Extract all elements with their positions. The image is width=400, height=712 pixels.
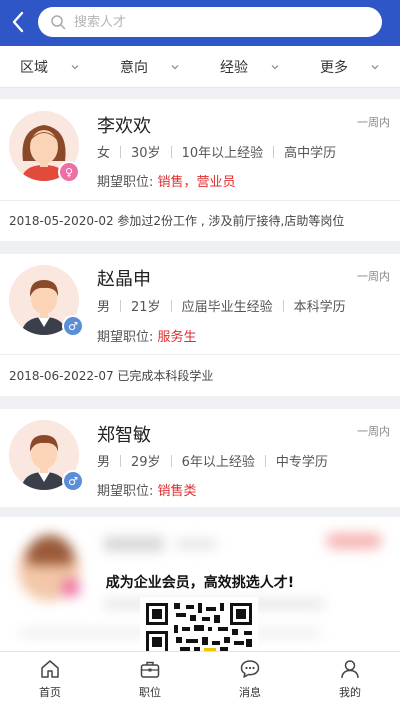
male-gender-icon: ♂ [62, 470, 84, 492]
search-box[interactable] [38, 7, 382, 37]
filter-label: 更多 [320, 59, 348, 76]
education-text: 中专学历 [275, 455, 328, 470]
expected-position-value: 销售，营业员 [157, 175, 236, 190]
candidate-info: 男 29岁 6年以上经验 中专学历 [97, 451, 328, 470]
top-bar [0, 0, 400, 46]
expected-position: 期望职位: 服务生 [97, 326, 197, 345]
filter-label: 意向 [120, 59, 148, 76]
message-icon [240, 660, 260, 678]
experience-text: 10年以上经验 [181, 146, 264, 161]
experience-text: 应届毕业生经验 [181, 300, 273, 315]
chevron-down-icon [71, 64, 79, 69]
membership-promo: 成为企业会员，高效挑选人才! [105, 575, 295, 591]
candidate-info: 男 21岁 应届毕业生经验 本科学历 [97, 296, 346, 315]
filter-label: 经验 [220, 59, 248, 76]
work-history: 2018-05-2020-02 参加过2份工作 , 涉及前厅接待,店助等岗位 [9, 214, 345, 228]
chevron-down-icon [171, 64, 179, 69]
qr-code-icon [146, 603, 252, 652]
education-text: 高中学历 [284, 146, 337, 161]
back-arrow-icon [12, 11, 24, 33]
gender-text: 男 [97, 455, 111, 470]
tab-mine[interactable]: 我的 [300, 652, 400, 712]
tab-messages[interactable]: 消息 [200, 652, 300, 712]
divider [0, 354, 400, 355]
tab-label: 消息 [239, 686, 261, 699]
work-history: 2018-06-2022-07 已完成本科段学业 [9, 369, 214, 383]
gender-text: 男 [97, 300, 111, 315]
candidate-card[interactable]: ♂ 郑智敏 一周内 男 29岁 6年以上经验 中专学历 期望职位: 销售类 [0, 409, 400, 507]
home-icon [41, 660, 59, 678]
chevron-down-icon [371, 64, 379, 69]
candidate-name: 李欢欢 [97, 116, 151, 137]
back-button[interactable] [6, 8, 30, 36]
male-gender-icon: ♂ [62, 315, 84, 337]
expected-position-label: 期望职位: [97, 175, 154, 190]
gender-text: 女 [97, 146, 111, 161]
qr-code [140, 597, 258, 652]
candidate-name: 郑智敏 [97, 425, 151, 446]
expected-position: 期望职位: 销售，营业员 [97, 171, 236, 190]
filter-label: 区域 [20, 59, 48, 76]
age-text: 30岁 [131, 146, 161, 161]
briefcase-icon [140, 661, 160, 678]
education-text: 本科学历 [293, 300, 346, 315]
user-icon [341, 660, 359, 679]
candidate-info: 女 30岁 10年以上经验 高中学历 [97, 142, 336, 161]
tab-jobs[interactable]: 职位 [100, 652, 200, 712]
chevron-down-icon [271, 64, 279, 69]
expected-position-label: 期望职位: [97, 484, 154, 499]
filter-experience[interactable]: 经验 [200, 46, 300, 87]
divider [0, 200, 400, 201]
tab-home[interactable]: 首页 [0, 652, 100, 712]
active-time: 一周内 [357, 270, 390, 283]
experience-text: 6年以上经验 [181, 455, 255, 470]
filter-region[interactable]: 区域 [0, 46, 100, 87]
expected-position-value: 服务生 [157, 330, 197, 345]
candidate-card[interactable]: ♀ 李欢欢 一周内 女 30岁 10年以上经验 高中学历 期望职位: 销售，营业… [0, 99, 400, 241]
bottom-tab-bar: 首页 职位 消息 我的 [0, 651, 400, 712]
expected-position: 期望职位: 销售类 [97, 480, 197, 499]
age-text: 21岁 [131, 300, 161, 315]
filter-intention[interactable]: 意向 [100, 46, 200, 87]
active-time: 一周内 [357, 116, 390, 129]
active-time: 一周内 [357, 425, 390, 438]
tab-label: 职位 [139, 686, 161, 699]
female-gender-icon: ♀ [58, 161, 80, 183]
tab-label: 首页 [39, 686, 61, 699]
candidate-card[interactable]: ♂ 赵晶申 一周内 男 21岁 应届毕业生经验 本科学历 期望职位: 服务生 2… [0, 254, 400, 396]
search-input[interactable] [72, 13, 356, 31]
filter-more[interactable]: 更多 [300, 46, 400, 87]
filter-bar: 区域 意向 经验 更多 [0, 46, 400, 88]
age-text: 29岁 [131, 455, 161, 470]
expected-position-value: 销售类 [157, 484, 197, 499]
expected-position-label: 期望职位: [97, 330, 154, 345]
candidate-name: 赵晶申 [97, 269, 151, 290]
tab-label: 我的 [339, 686, 361, 699]
search-icon [51, 15, 66, 30]
